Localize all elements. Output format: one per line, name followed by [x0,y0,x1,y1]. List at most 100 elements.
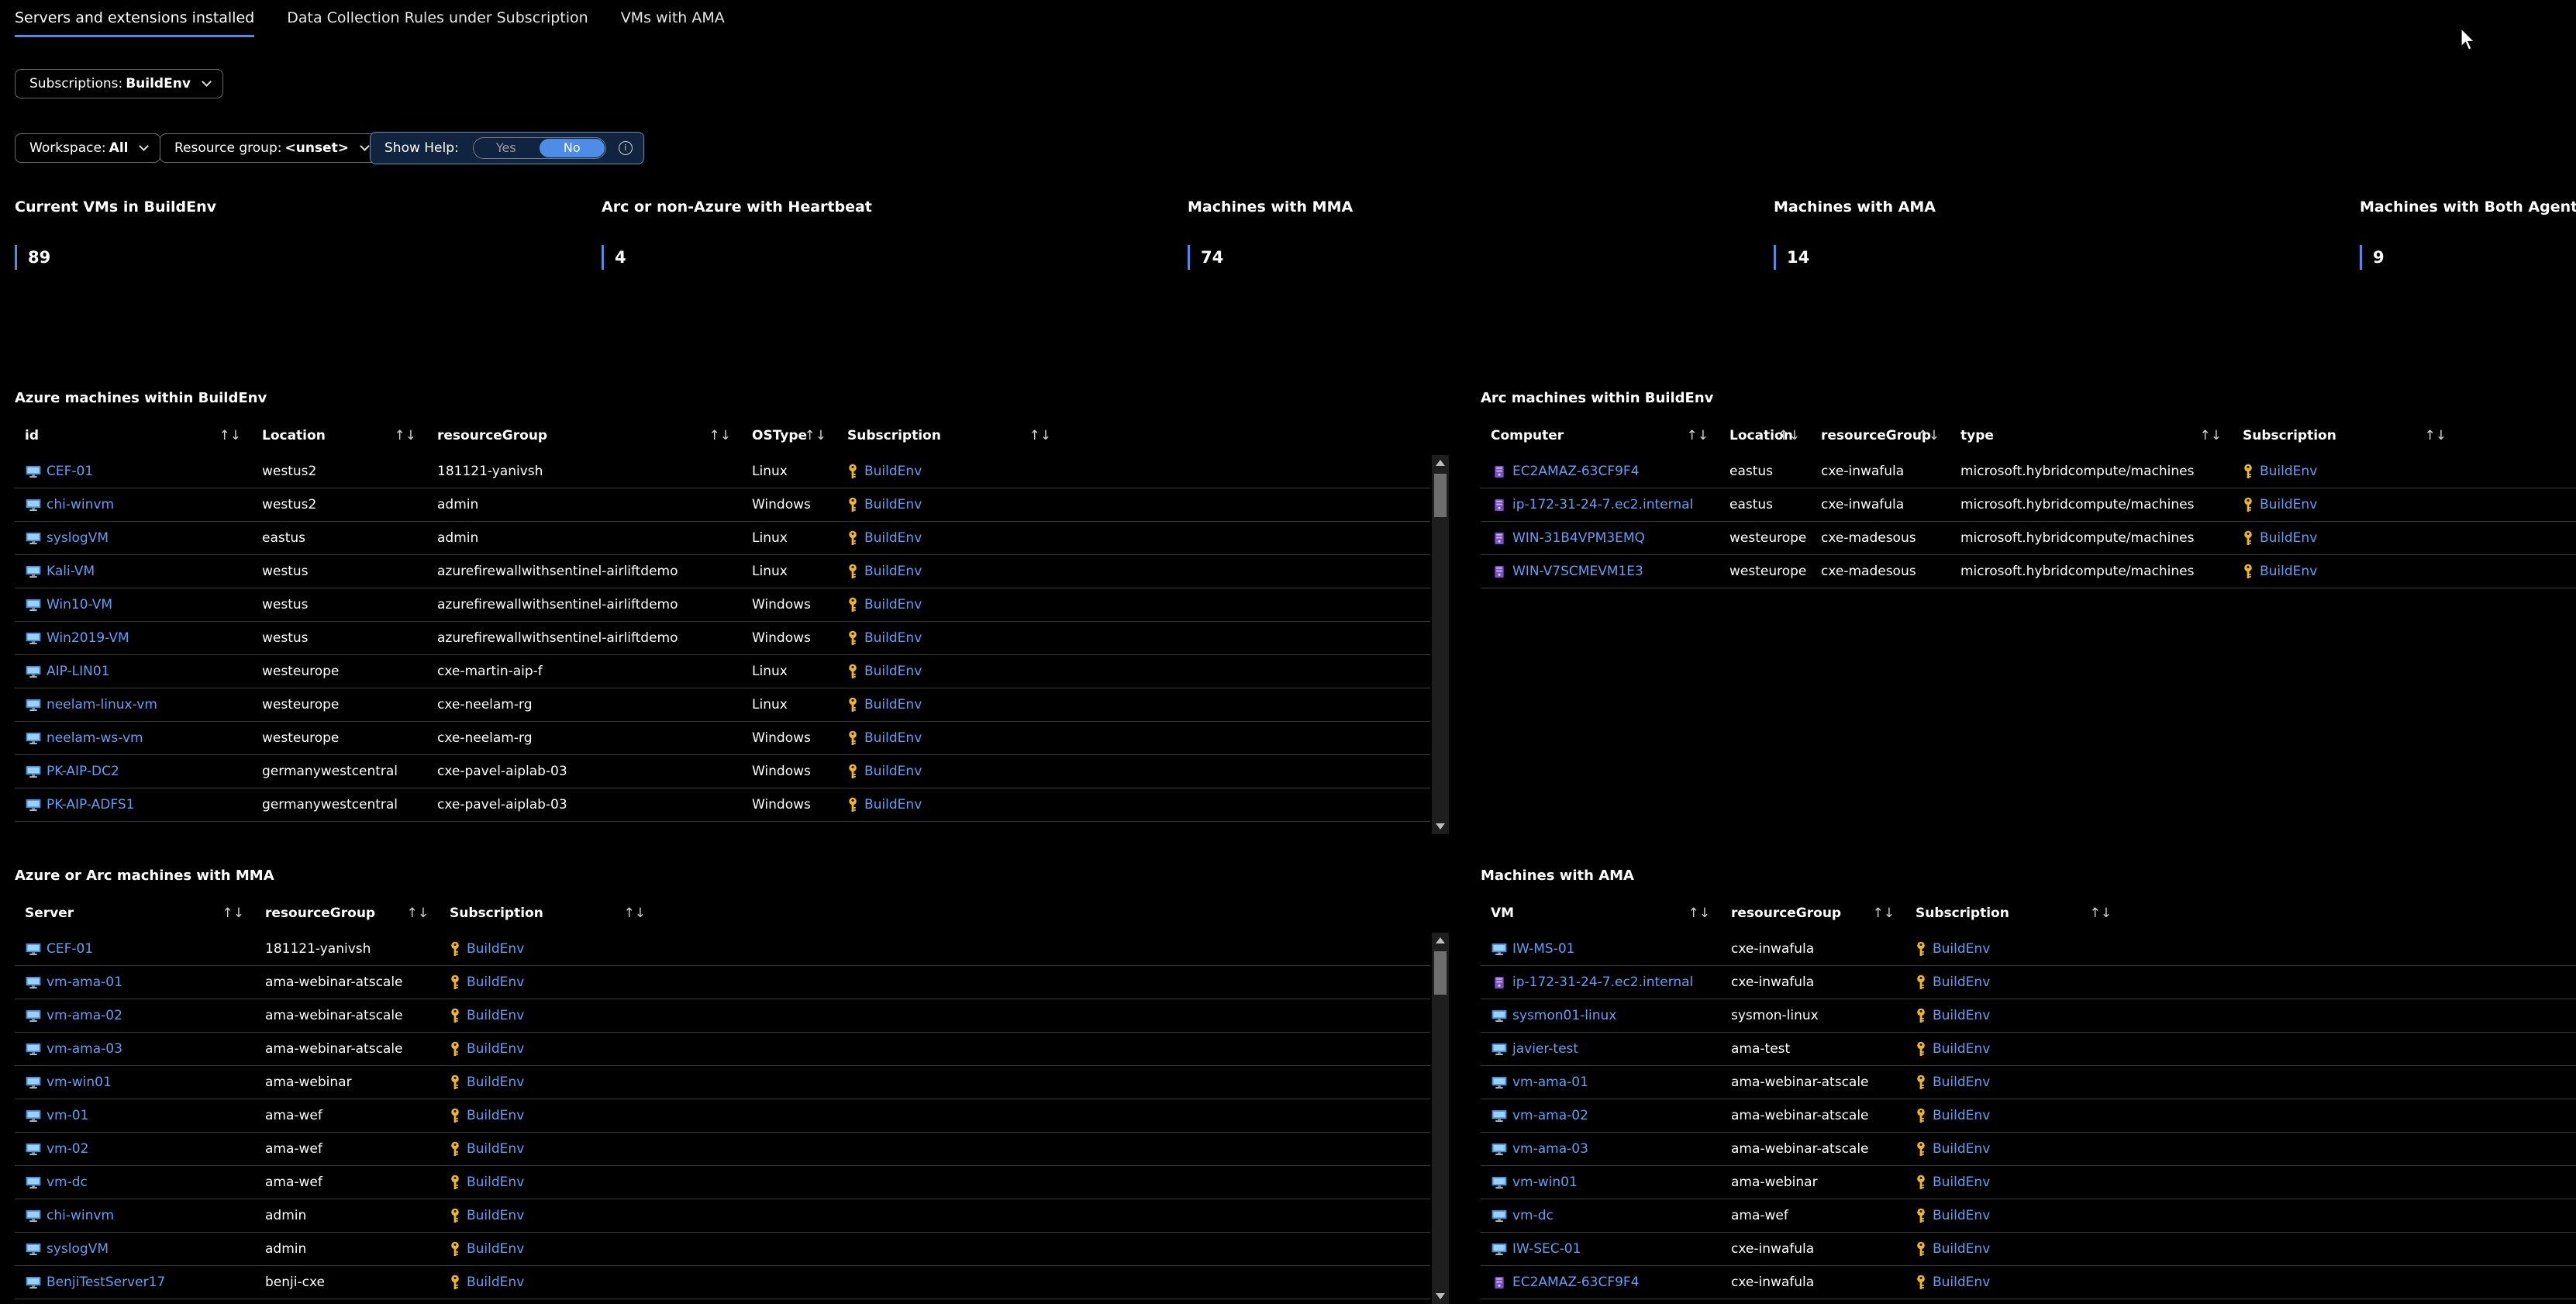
info-icon[interactable]: i [618,141,633,155]
scroll-up-icon[interactable] [1436,460,1445,466]
sort-arrows-icon[interactable]: ↑↓ [395,419,417,452]
table-row[interactable]: neelam-ws-vm westeurope cxe-neelam-rg Windo… [15,722,1430,755]
sort-arrows-icon[interactable]: ↑↓ [1918,419,1940,452]
workspace-dropdown[interactable]: Workspace: All [15,133,161,163]
table-row[interactable]: chi-winvm westus2 admin Windows BuildEnv [15,488,1430,522]
sort-arrows-icon[interactable]: ↑↓ [1029,419,1052,452]
subscriptions-dropdown[interactable]: Subscriptions: BuildEnv [15,69,223,98]
tab-servers-and-extensions-installed[interactable]: Servers and extensions installed [15,0,255,37]
column-header[interactable]: Subscription ↑↓ [2233,419,2457,452]
cell-link[interactable]: BuildEnv [1933,941,1990,957]
column-header[interactable]: Location ↑↓ [1719,419,1811,452]
table-row[interactable]: vm-01 ama-wef BuildEnv [15,1099,1430,1133]
cell-link[interactable]: chi-winvm [47,1208,114,1223]
table-row[interactable]: sysmon01-linux sysmon-linux BuildEnv [1481,999,2576,1033]
table-row[interactable]: javier-test ama-test BuildEnv [1481,1033,2576,1066]
tab-vms-with-ama[interactable]: VMs with AMA [621,0,725,37]
sort-arrows-icon[interactable]: ↑↓ [407,897,429,930]
table-row[interactable]: neelam-linux-vm westeurope cxe-neelam-rg Li… [15,688,1430,722]
sort-arrows-icon[interactable]: ↑↓ [219,419,242,452]
cell-link[interactable]: BuildEnv [864,597,922,612]
table-row[interactable]: AIP-LIN01 westeurope cxe-martin-aip-f Linux… [15,655,1430,688]
column-header[interactable]: Location ↑↓ [252,419,427,452]
table-row[interactable]: chi-winvm admin BuildEnv [15,1199,1430,1233]
cell-link[interactable]: AIP-LIN01 [47,664,110,679]
cell-link[interactable]: vm-ama-02 [47,1008,122,1023]
table-row[interactable]: EC2AMAZ-63CF9F4 cxe-inwafula BuildEnv [1481,1266,2576,1299]
cell-link[interactable]: sysmon01-linux [1512,1008,1616,1023]
cell-link[interactable]: BuildEnv [2260,497,2317,512]
sort-arrows-icon[interactable]: ↑↓ [1687,419,1709,452]
column-header[interactable]: Server ↑↓ [15,897,255,930]
table-row[interactable]: vm-ama-02 ama-webinar-atscale BuildEnv [1481,1099,2576,1133]
cell-link[interactable]: BuildEnv [467,1175,524,1190]
column-header[interactable]: VM ↑↓ [1481,897,1721,930]
cell-link[interactable]: vm-dc [47,1175,88,1190]
column-header[interactable]: resourceGroup ↑↓ [1811,419,1950,452]
table-row[interactable]: syslogVM admin BuildEnv [15,1233,1430,1266]
cell-link[interactable]: syslogVM [47,530,109,546]
cell-link[interactable]: vm-02 [47,1141,88,1157]
cell-link[interactable]: BuildEnv [864,564,922,579]
cell-link[interactable]: vm-ama-03 [47,1041,122,1057]
tab-data-collection-rules-under-subscription[interactable]: Data Collection Rules under Subscription [287,0,588,37]
table-row[interactable]: vm-dc ama-wef BuildEnv [1481,1199,2576,1233]
cell-link[interactable]: javier-test [1512,1041,1578,1057]
table-row[interactable]: ip-172-31-24-7.ec2.internal cxe-inwafula B… [1481,966,2576,999]
cell-link[interactable]: EC2AMAZ-63CF9F4 [1512,464,1640,479]
cell-link[interactable]: BuildEnv [467,941,524,957]
cell-link[interactable]: BuildEnv [2260,464,2317,479]
scroll-up-icon[interactable] [1436,937,1445,944]
table-row[interactable]: Win2019-VM westus azurefirewallwithsentine… [15,622,1430,655]
resource-group-dropdown[interactable]: Resource group: <unset> [160,133,381,163]
cell-link[interactable]: BenjiTestServer17 [47,1275,165,1290]
cell-link[interactable]: BuildEnv [467,1208,524,1223]
cell-link[interactable]: BuildEnv [1933,1108,1990,1123]
cell-link[interactable]: BuildEnv [1933,1041,1990,1057]
scroll-thumb[interactable] [1434,474,1447,517]
table-row[interactable]: vm-02 ama-wef BuildEnv [15,1133,1430,1166]
cell-link[interactable]: CEF-01 [47,464,93,479]
cell-link[interactable]: BuildEnv [864,664,922,679]
cell-link[interactable]: neelam-linux-vm [47,697,157,712]
column-header[interactable]: type ↑↓ [1950,419,2233,452]
cell-link[interactable]: syslogVM [47,1241,109,1257]
cell-link[interactable]: BuildEnv [864,630,922,646]
column-header[interactable]: Computer ↑↓ [1481,419,1719,452]
cell-link[interactable]: BuildEnv [467,1041,524,1057]
table-row[interactable]: vm-dc ama-wef BuildEnv [15,1166,1430,1199]
table-row[interactable]: vm-win01 ama-webinar BuildEnv [1481,1166,2576,1199]
cell-link[interactable]: BuildEnv [1933,1208,1990,1223]
column-header[interactable]: resourceGroup ↑↓ [1721,897,1905,930]
scroll-thumb[interactable] [1434,951,1447,995]
sort-arrows-icon[interactable]: ↑↓ [1688,897,1711,930]
cell-link[interactable]: BuildEnv [1933,1175,1990,1190]
cell-link[interactable]: IW-SEC-01 [1512,1241,1581,1257]
cell-link[interactable]: chi-winvm [47,497,114,512]
sort-arrows-icon[interactable]: ↑↓ [2425,419,2447,452]
table-row[interactable]: vm-ama-03 ama-webinar-atscale BuildEnv [15,1033,1430,1066]
cell-link[interactable]: Win10-VM [47,597,112,612]
cell-link[interactable]: BuildEnv [1933,1075,1990,1090]
cell-link[interactable]: BuildEnv [467,1141,524,1157]
sort-arrows-icon[interactable]: ↑↓ [2200,419,2223,452]
cell-link[interactable]: EC2AMAZ-63CF9F4 [1512,1275,1640,1290]
cell-link[interactable]: BuildEnv [467,1108,524,1123]
cell-link[interactable]: BuildEnv [864,764,922,779]
cell-link[interactable]: vm-win01 [1512,1175,1578,1190]
table-row[interactable]: Kali-VM westus azurefirewallwithsentinel-a… [15,555,1430,588]
sort-arrows-icon[interactable]: ↑↓ [709,419,732,452]
table-row[interactable]: IW-SEC-01 cxe-inwafula BuildEnv [1481,1233,2576,1266]
cell-link[interactable]: CEF-01 [47,941,93,957]
table-row[interactable]: BenjiTestServer17 benji-cxe BuildEnv [15,1266,1430,1299]
table-row[interactable]: vm-win01 ama-webinar BuildEnv [15,1066,1430,1099]
cell-link[interactable]: BuildEnv [1933,1141,1990,1157]
cell-link[interactable]: BuildEnv [467,1275,524,1290]
cell-link[interactable]: vm-dc [1512,1208,1554,1223]
cell-link[interactable]: vm-ama-01 [47,975,122,990]
table-row[interactable]: vm-ama-02 ama-webinar-atscale BuildEnv [15,999,1430,1033]
column-header[interactable]: resourceGroup ↑↓ [427,419,742,452]
table-row[interactable]: vm-ama-03 ama-webinar-atscale BuildEnv [1481,1133,2576,1166]
cell-link[interactable]: BuildEnv [864,697,922,712]
show-help-yes-option[interactable]: Yes [474,138,539,158]
